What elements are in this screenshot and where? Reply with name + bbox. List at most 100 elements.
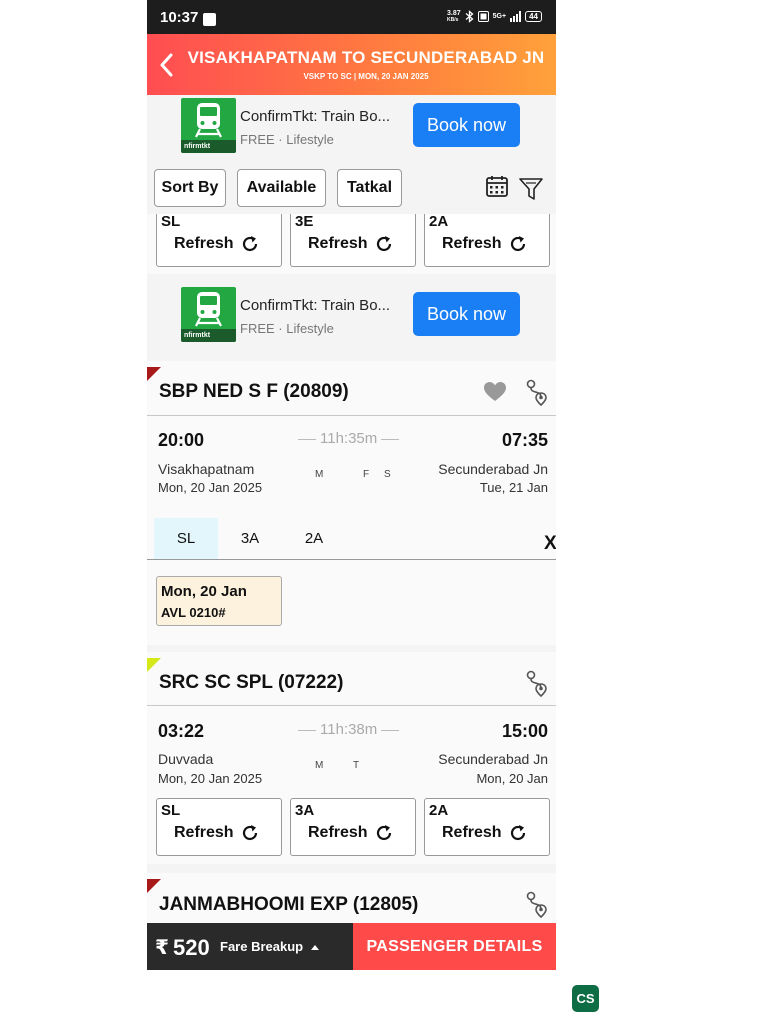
refresh-button[interactable]: Refresh	[308, 823, 394, 843]
book-now-button[interactable]: Book now	[413, 103, 520, 147]
run-day: S	[384, 469, 391, 480]
app-logo-text: nfirmtkt	[181, 140, 236, 153]
departure-date: Mon, 20 Jan 2025	[158, 480, 263, 495]
availability-card[interactable]: Mon, 20 Jan AVL 0210#	[156, 576, 282, 626]
class-box-sl[interactable]: SL Refresh	[156, 798, 282, 856]
from-station: Duvvada	[158, 751, 214, 767]
battery-icon: 44	[525, 11, 542, 22]
refresh-button[interactable]: Refresh	[174, 234, 260, 254]
route-map-icon[interactable]	[523, 378, 549, 406]
class-tab-2a[interactable]: 2A	[282, 518, 346, 559]
divider	[147, 415, 556, 416]
train-ribbon	[147, 367, 161, 381]
train-icon	[195, 292, 222, 327]
ad-banner[interactable]: nfirmtkt ConfirmTkt: Train Bo... FREE · …	[147, 95, 556, 161]
net-speed: 3.87 KB/s	[447, 10, 461, 23]
refresh-button[interactable]: Refresh	[442, 823, 528, 843]
refresh-icon	[376, 236, 391, 252]
status-icons: 3.87 KB/s 5G+ 44	[447, 10, 542, 23]
to-station: Secunderabad Jn	[438, 751, 548, 767]
run-day: M	[315, 760, 324, 771]
fare-breakup-button[interactable]: Fare Breakup	[220, 939, 320, 954]
class-box-2a[interactable]: 2A Refresh	[424, 798, 550, 856]
class-tab-sl[interactable]: SL	[154, 518, 218, 559]
status-bar: 10:37 3.87 KB/s 5G+ 44	[147, 0, 556, 34]
run-day: M	[315, 469, 324, 480]
previous-train-classes: SL Refresh 3E Refresh 2A Refresh	[147, 214, 556, 274]
passenger-details-button[interactable]: PASSENGER DETAILS	[353, 923, 556, 970]
class-label: 3E	[295, 214, 314, 230]
refresh-icon	[242, 825, 257, 841]
app-header: VISAKHAPATNAM TO SECUNDERABAD JN VSKP TO…	[147, 34, 556, 95]
class-tab-3a[interactable]: 3A	[218, 518, 282, 559]
favorite-heart-icon[interactable]	[483, 381, 507, 403]
ad-subtitle: FREE · Lifestyle	[240, 132, 334, 147]
class-label: 2A	[429, 802, 449, 819]
notification-icon	[203, 13, 216, 26]
fare-area: ₹ 520 Fare Breakup	[147, 923, 353, 970]
ad-title: ConfirmTkt: Train Bo...	[240, 297, 391, 314]
fare-amount: 520	[173, 935, 210, 960]
bluetooth-icon	[465, 10, 474, 23]
train-card[interactable]: SBP NED S F (20809) 20:00 11h:35m 07:35 …	[147, 361, 556, 645]
bottom-bar: ₹ 520 Fare Breakup PASSENGER DETAILS	[147, 923, 556, 970]
calendar-icon[interactable]	[486, 175, 508, 197]
app-logo: nfirmtkt	[181, 98, 236, 153]
ad-subtitle: FREE · Lifestyle	[240, 321, 334, 336]
app-logo: nfirmtkt	[181, 287, 236, 342]
refresh-button[interactable]: Refresh	[442, 234, 528, 254]
sort-by-button[interactable]: Sort By	[154, 169, 226, 207]
signal-icon	[510, 11, 522, 22]
route-title: VISAKHAPATNAM TO SECUNDERABAD JN	[187, 48, 545, 67]
train-name: JANMABHOOMI EXP (12805)	[159, 894, 419, 915]
availability-status: AVL 0210#	[161, 605, 226, 620]
currency-symbol: ₹	[155, 937, 169, 959]
to-station: Secunderabad Jn	[438, 461, 548, 477]
available-filter-button[interactable]: Available	[237, 169, 326, 207]
close-icon[interactable]: X	[544, 533, 556, 555]
class-label: 3A	[295, 802, 315, 819]
class-box-2a[interactable]: 2A Refresh	[424, 214, 550, 267]
divider	[147, 559, 556, 560]
ad-title: ConfirmTkt: Train Bo...	[240, 108, 391, 125]
network-type: 5G+	[492, 13, 507, 20]
ad-banner[interactable]: nfirmtkt ConfirmTkt: Train Bo... FREE · …	[147, 284, 556, 350]
class-box-3a[interactable]: 3A Refresh	[290, 798, 416, 856]
refresh-button[interactable]: Refresh	[174, 823, 260, 843]
class-box-3e[interactable]: 3E Refresh	[290, 214, 416, 267]
arrival-date: Tue, 21 Jan	[479, 480, 548, 495]
class-label: 2A	[429, 214, 449, 230]
caret-up-icon	[310, 945, 319, 951]
volte-icon	[477, 11, 489, 22]
train-card[interactable]: SRC SC SPL (07222) 03:22 11h:38m 15:00 D…	[147, 652, 556, 864]
departure-date: Mon, 20 Jan 2025	[158, 771, 263, 786]
back-arrow-icon[interactable]	[155, 52, 177, 78]
departure-time: 03:22	[158, 721, 205, 741]
arrival-time: 07:35	[501, 430, 548, 450]
route-subtitle: VSKP TO SC | MON, 20 JAN 2025	[303, 72, 429, 81]
run-day: T	[353, 760, 360, 771]
train-name: SBP NED S F (20809)	[159, 381, 349, 402]
route-map-icon[interactable]	[523, 669, 549, 697]
tatkal-filter-button[interactable]: Tatkal	[337, 169, 402, 207]
journey-duration: 11h:38m	[294, 721, 403, 738]
departure-time: 20:00	[158, 430, 205, 450]
from-station: Visakhapatnam	[158, 461, 255, 477]
refresh-icon	[376, 825, 391, 841]
app-logo-text: nfirmtkt	[181, 329, 236, 342]
filter-icon[interactable]	[519, 176, 543, 202]
filter-bar: Sort By Available Tatkal	[147, 162, 556, 214]
arrival-date: Mon, 20 Jan	[476, 771, 548, 786]
class-box-sl[interactable]: SL Refresh	[156, 214, 282, 267]
class-label: SL	[161, 802, 181, 819]
train-ribbon	[147, 879, 161, 893]
refresh-icon	[510, 825, 525, 841]
route-map-icon[interactable]	[523, 890, 549, 918]
refresh-button[interactable]: Refresh	[308, 234, 394, 254]
journey-duration: 11h:35m	[294, 430, 403, 447]
class-label: SL	[161, 214, 181, 230]
camscanner-watermark: CS	[572, 985, 599, 1012]
train-name: SRC SC SPL (07222)	[159, 672, 344, 693]
book-now-button[interactable]: Book now	[413, 292, 520, 336]
phone-screen: 10:37 3.87 KB/s 5G+ 44 VISAKHAPATNAM TO …	[147, 0, 556, 970]
